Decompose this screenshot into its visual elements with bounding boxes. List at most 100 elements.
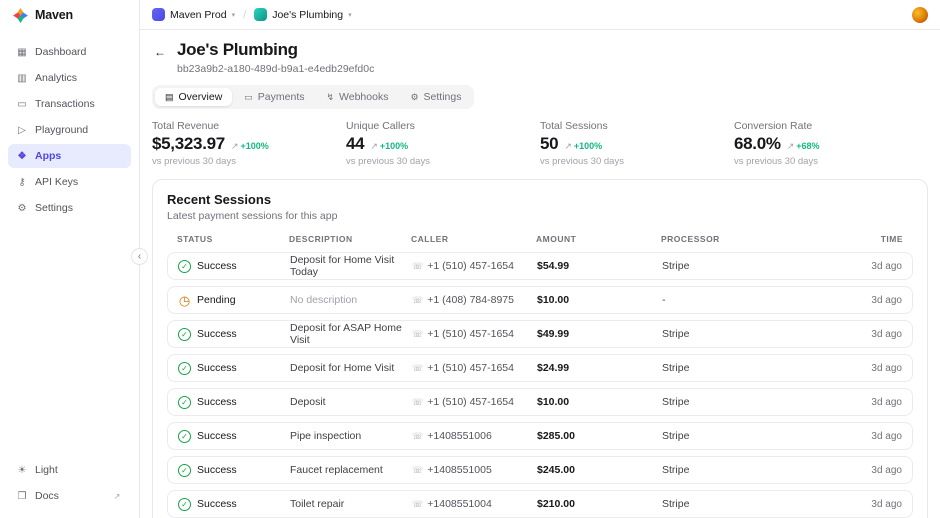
caller-number: +1 (510) 457-1654 [427,362,514,374]
stat-delta: +68% [796,141,820,151]
sidebar-item-label: Analytics [35,72,78,84]
description-cell: Deposit for Home Visit Today [290,254,395,278]
processor-cell: Stripe [662,464,690,476]
org-switcher[interactable]: Maven Prod [152,8,235,21]
status-label: Success [197,362,237,374]
caller-number: +1 (408) 784-8975 [427,294,514,306]
overview-icon [165,92,174,103]
stat-delta: +100% [379,141,409,151]
trend-up-icon [564,141,572,152]
theme-toggle[interactable]: Light [8,458,131,482]
table-row[interactable]: Pending No description +1 (408) 784-8975… [167,286,913,314]
time-cell: 3d ago [871,294,902,306]
table-row[interactable]: Success Toilet repair +1408551004 $210.0… [167,490,913,518]
webhooks-icon [326,92,334,103]
tab-label: Overview [178,91,223,103]
status-cell: Success [178,361,290,375]
caller-number: +1408551005 [427,464,492,476]
project-switcher[interactable]: Joe's Plumbing [254,8,351,21]
sessions-list: Success Deposit for Home Visit Today +1 … [167,252,913,518]
dashboard-icon [16,47,28,58]
stat-subtext: vs previous 30 days [346,156,430,167]
status-label: Success [197,328,237,340]
phone-icon [412,431,423,442]
sidebar-nav: Dashboard Analytics Transactions Playgro… [8,40,131,220]
description-cell: Pipe inspection [290,430,362,442]
success-icon [178,429,191,443]
sidebar-item[interactable]: Dashboard [8,40,131,64]
tab[interactable]: Payments [234,88,314,106]
table-row[interactable]: Success Pipe inspection +1408551006 $285… [167,422,913,450]
column-header: STATUS [177,234,213,244]
time-cell: 3d ago [871,464,902,476]
description-cell: Deposit [290,396,326,408]
time-cell: 3d ago [871,396,902,408]
phone-icon [412,465,423,476]
trend-up-icon [787,141,795,152]
stat-trend: +100% [370,141,408,152]
back-button[interactable] [152,44,168,60]
status-cell: Success [178,463,290,477]
sidebar-item-label: API Keys [35,176,79,188]
sidebar-collapse-button[interactable] [131,248,148,265]
main-area: Maven Prod / Joe's Plumbing Joe's Plumbi… [140,0,940,518]
table-row[interactable]: Success Deposit for ASAP Home Visit +1 (… [167,320,913,348]
time-cell: 3d ago [871,260,902,272]
pending-icon [178,294,191,307]
sidebar-item[interactable]: Playground [8,118,131,142]
stat-label: Total Revenue [152,120,220,132]
docs-link[interactable]: Docs [8,484,131,508]
stat-delta: +100% [573,141,603,151]
sidebar-item[interactable]: Settings [8,196,131,220]
sidebar-item[interactable]: Apps [8,144,131,168]
sidebar-item-label: Dashboard [35,46,87,58]
tab-bar: Overview Payments Webhooks Setti [152,85,475,109]
status-cell: Success [178,259,290,273]
phone-icon [412,499,423,510]
sidebar-item[interactable]: Analytics [8,66,131,90]
processor-cell: Stripe [662,396,690,408]
sun-icon [16,465,28,476]
collapse-icon [138,251,141,262]
table-row[interactable]: Success Deposit for Home Visit +1 (510) … [167,354,913,382]
description-cell: No description [290,294,358,306]
table-row[interactable]: Success Faucet replacement +1408551005 $… [167,456,913,484]
tab[interactable]: Settings [400,88,471,106]
settings-icon [410,92,418,103]
processor-cell: Stripe [662,328,690,340]
status-cell: Success [178,395,290,409]
maven-logo-icon [13,7,28,23]
caller-cell: +1 (510) 457-1654 [412,362,537,374]
transactions-icon [16,99,28,110]
phone-icon [412,397,423,408]
card-subtitle: Latest payment sessions for this app [167,210,338,222]
sidebar-item[interactable]: API Keys [8,170,131,194]
docs-icon [16,491,28,502]
phone-icon [412,363,423,374]
docs-label: Docs [35,490,59,502]
sidebar-footer: Light Docs [8,458,131,508]
stat-line: 68.0% +68% [734,134,928,154]
org-icon [152,8,165,21]
success-icon [178,327,191,341]
trend-up-icon [370,141,378,152]
success-icon [178,463,191,477]
caller-cell: +1 (510) 457-1654 [412,260,537,272]
table-row[interactable]: Success Deposit +1 (510) 457-1654 $10.00… [167,388,913,416]
status-label: Pending [197,294,236,306]
column-header: DESCRIPTION [289,234,353,244]
tab[interactable]: Overview [155,88,233,106]
avatar[interactable] [912,6,928,23]
amount-cell: $10.00 [537,294,570,306]
stat-trend: +100% [231,141,268,152]
status-label: Success [197,260,237,272]
stat-trend: +68% [787,141,820,152]
processor-cell: Stripe [662,430,690,442]
table-row[interactable]: Success Deposit for Home Visit Today +1 … [167,252,913,280]
success-icon [178,497,191,511]
time-cell: 3d ago [871,328,902,340]
tab[interactable]: Webhooks [316,88,398,106]
status-cell: Success [178,497,290,511]
sidebar-item-label: Playground [35,124,89,136]
sidebar-item[interactable]: Transactions [8,92,131,116]
